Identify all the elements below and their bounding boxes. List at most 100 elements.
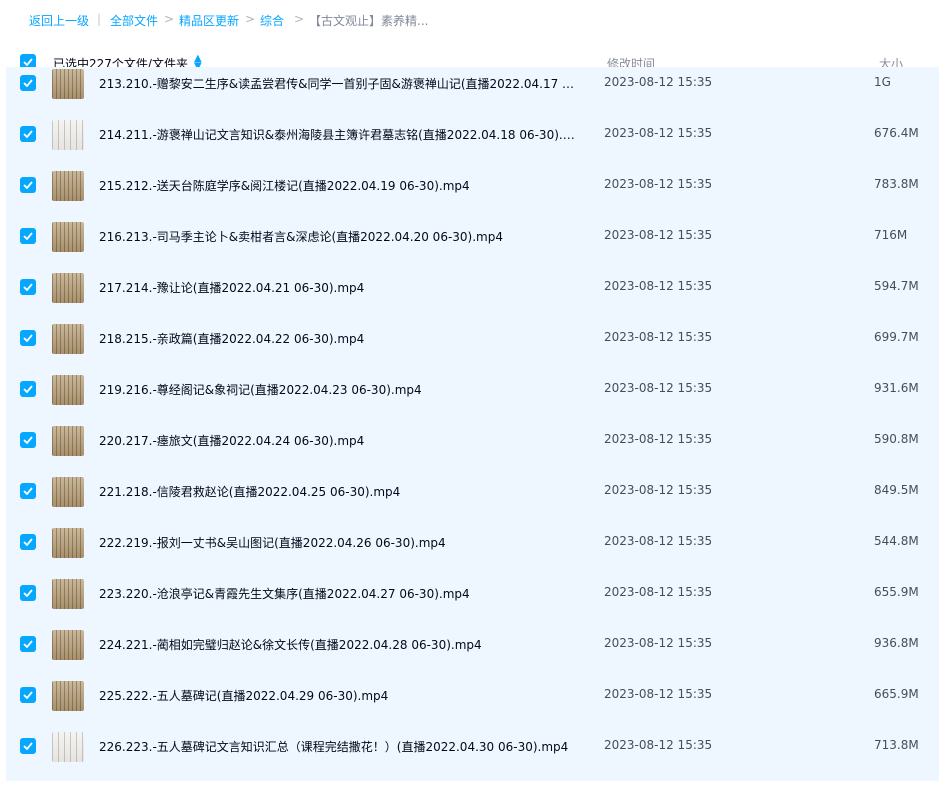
video-thumbnail[interactable] — [52, 579, 84, 609]
file-modified-time: 2023-08-12 15:35 — [604, 483, 713, 497]
file-modified-time: 2023-08-12 15:35 — [604, 687, 713, 701]
check-icon — [23, 640, 33, 648]
video-thumbnail[interactable] — [52, 69, 84, 99]
check-icon — [23, 538, 33, 546]
check-icon — [23, 130, 33, 138]
file-modified-time: 2023-08-12 15:35 — [604, 75, 713, 89]
table-row[interactable]: 224.221.-蔺相如完璧归赵论&徐文长传(直播2022.04.28 06-3… — [6, 628, 939, 679]
file-modified-time: 2023-08-12 15:35 — [604, 126, 713, 140]
file-name[interactable]: 222.219.-报刘一丈书&吴山图记(直播2022.04.26 06-30).… — [99, 534, 579, 551]
file-name[interactable]: 215.212.-送天台陈庭学序&阅江楼记(直播2022.04.19 06-30… — [99, 177, 579, 194]
table-row[interactable]: 225.222.-五人墓碑记(直播2022.04.29 06-30).mp4 20… — [6, 679, 939, 730]
file-size: 544.8M — [874, 534, 919, 548]
row-checkbox[interactable] — [20, 126, 36, 142]
file-modified-time: 2023-08-12 15:35 — [604, 636, 713, 650]
check-icon — [23, 232, 33, 240]
file-name[interactable]: 218.215.-亲政篇(直播2022.04.22 06-30).mp4 — [99, 330, 579, 347]
file-modified-time: 2023-08-12 15:35 — [604, 381, 713, 395]
file-size: 931.6M — [874, 381, 919, 395]
table-row[interactable]: 214.211.-游褒禅山记文言知识&泰州海陵县主簿许君墓志铭(直播2022.0… — [6, 118, 939, 169]
row-checkbox[interactable] — [20, 585, 36, 601]
file-size: 713.8M — [874, 738, 919, 752]
video-thumbnail[interactable] — [52, 630, 84, 660]
file-name[interactable]: 216.213.-司马季主论卜&卖柑者言&深虑论(直播2022.04.20 06… — [99, 228, 579, 245]
check-icon — [23, 742, 33, 750]
row-checkbox[interactable] — [20, 636, 36, 652]
row-checkbox[interactable] — [20, 228, 36, 244]
video-thumbnail[interactable] — [52, 477, 84, 507]
row-checkbox[interactable] — [20, 381, 36, 397]
video-thumbnail[interactable] — [52, 171, 84, 201]
file-size: 716M — [874, 228, 908, 242]
file-modified-time: 2023-08-12 15:35 — [604, 534, 713, 548]
file-modified-time: 2023-08-12 15:35 — [604, 432, 713, 446]
check-icon — [23, 58, 33, 66]
breadcrumb-premium-updates[interactable]: 精品区更新 — [179, 12, 239, 29]
table-row[interactable]: 223.220.-沧浪亭记&青霞先生文集序(直播2022.04.27 06-30… — [6, 577, 939, 628]
row-checkbox[interactable] — [20, 75, 36, 91]
file-name[interactable]: 221.218.-信陵君救赵论(直播2022.04.25 06-30).mp4 — [99, 483, 579, 500]
table-row[interactable]: 217.214.-豫让论(直播2022.04.21 06-30).mp4 2023… — [6, 271, 939, 322]
breadcrumb-chevron-icon: > — [294, 12, 305, 26]
table-row[interactable]: 221.218.-信陵君救赵论(直播2022.04.25 06-30).mp4 2… — [6, 475, 939, 526]
file-name[interactable]: 213.210.-赠黎安二生序&读孟尝君传&同学一首别子固&游褒禅山记(直播20… — [99, 75, 579, 92]
row-checkbox[interactable] — [20, 177, 36, 193]
file-name[interactable]: 224.221.-蔺相如完璧归赵论&徐文长传(直播2022.04.28 06-3… — [99, 636, 579, 653]
breadcrumb-divider: | — [97, 12, 102, 26]
row-checkbox[interactable] — [20, 483, 36, 499]
file-modified-time: 2023-08-12 15:35 — [604, 585, 713, 599]
file-size: 665.9M — [874, 687, 919, 701]
breadcrumb: 返回上一级 | 全部文件 > 精品区更新 > 综合 > 【古文观止】素养精... — [0, 0, 939, 40]
file-name[interactable]: 226.223.-五人墓碑记文言知识汇总（课程完结撒花！）(直播2022.04.… — [99, 738, 579, 755]
table-row[interactable]: 218.215.-亲政篇(直播2022.04.22 06-30).mp4 2023… — [6, 322, 939, 373]
file-name[interactable]: 217.214.-豫让论(直播2022.04.21 06-30).mp4 — [99, 279, 579, 296]
file-size: 594.7M — [874, 279, 919, 293]
row-checkbox[interactable] — [20, 432, 36, 448]
check-icon — [23, 691, 33, 699]
row-checkbox[interactable] — [20, 279, 36, 295]
file-size: 676.4M — [874, 126, 919, 140]
check-icon — [23, 589, 33, 597]
table-row[interactable]: 213.210.-赠黎安二生序&读孟尝君传&同学一首别子固&游褒禅山记(直播20… — [6, 67, 939, 118]
file-name[interactable]: 225.222.-五人墓碑记(直播2022.04.29 06-30).mp4 — [99, 687, 579, 704]
table-row[interactable]: 215.212.-送天台陈庭学序&阅江楼记(直播2022.04.19 06-30… — [6, 169, 939, 220]
file-modified-time: 2023-08-12 15:35 — [604, 738, 713, 752]
check-icon — [23, 79, 33, 87]
back-link[interactable]: 返回上一级 — [29, 12, 89, 29]
video-thumbnail[interactable] — [52, 528, 84, 558]
video-thumbnail[interactable] — [52, 732, 84, 762]
check-icon — [23, 436, 33, 444]
breadcrumb-general[interactable]: 综合 — [260, 12, 284, 29]
file-name[interactable]: 214.211.-游褒禅山记文言知识&泰州海陵县主簿许君墓志铭(直播2022.0… — [99, 126, 579, 143]
video-thumbnail[interactable] — [52, 324, 84, 354]
file-name[interactable]: 219.216.-尊经阁记&象祠记(直播2022.04.23 06-30).mp… — [99, 381, 579, 398]
file-size: 783.8M — [874, 177, 919, 191]
check-icon — [23, 334, 33, 342]
breadcrumb-all-files[interactable]: 全部文件 — [110, 12, 158, 29]
row-checkbox[interactable] — [20, 687, 36, 703]
row-checkbox[interactable] — [20, 738, 36, 754]
table-row[interactable]: 219.216.-尊经阁记&象祠记(直播2022.04.23 06-30).mp… — [6, 373, 939, 424]
breadcrumb-chevron-icon: > — [245, 12, 256, 26]
check-icon — [23, 181, 33, 189]
file-name[interactable]: 220.217.-瘗旅文(直播2022.04.24 06-30).mp4 — [99, 432, 579, 449]
file-modified-time: 2023-08-12 15:35 — [604, 279, 713, 293]
file-size: 590.8M — [874, 432, 919, 446]
table-row[interactable]: 226.223.-五人墓碑记文言知识汇总（课程完结撒花！）(直播2022.04.… — [6, 730, 939, 781]
video-thumbnail[interactable] — [52, 120, 84, 150]
row-checkbox[interactable] — [20, 330, 36, 346]
file-name[interactable]: 223.220.-沧浪亭记&青霞先生文集序(直播2022.04.27 06-30… — [99, 585, 579, 602]
check-icon — [23, 487, 33, 495]
video-thumbnail[interactable] — [52, 375, 84, 405]
breadcrumb-chevron-icon: > — [164, 12, 175, 26]
file-modified-time: 2023-08-12 15:35 — [604, 177, 713, 191]
video-thumbnail[interactable] — [52, 273, 84, 303]
video-thumbnail[interactable] — [52, 222, 84, 252]
row-checkbox[interactable] — [20, 534, 36, 550]
table-row[interactable]: 222.219.-报刘一丈书&吴山图记(直播2022.04.26 06-30).… — [6, 526, 939, 577]
table-row[interactable]: 216.213.-司马季主论卜&卖柑者言&深虑论(直播2022.04.20 06… — [6, 220, 939, 271]
video-thumbnail[interactable] — [52, 681, 84, 711]
video-thumbnail[interactable] — [52, 426, 84, 456]
table-row[interactable]: 220.217.-瘗旅文(直播2022.04.24 06-30).mp4 2023… — [6, 424, 939, 475]
breadcrumb-current-folder: 【古文观止】素养精... — [309, 14, 429, 28]
